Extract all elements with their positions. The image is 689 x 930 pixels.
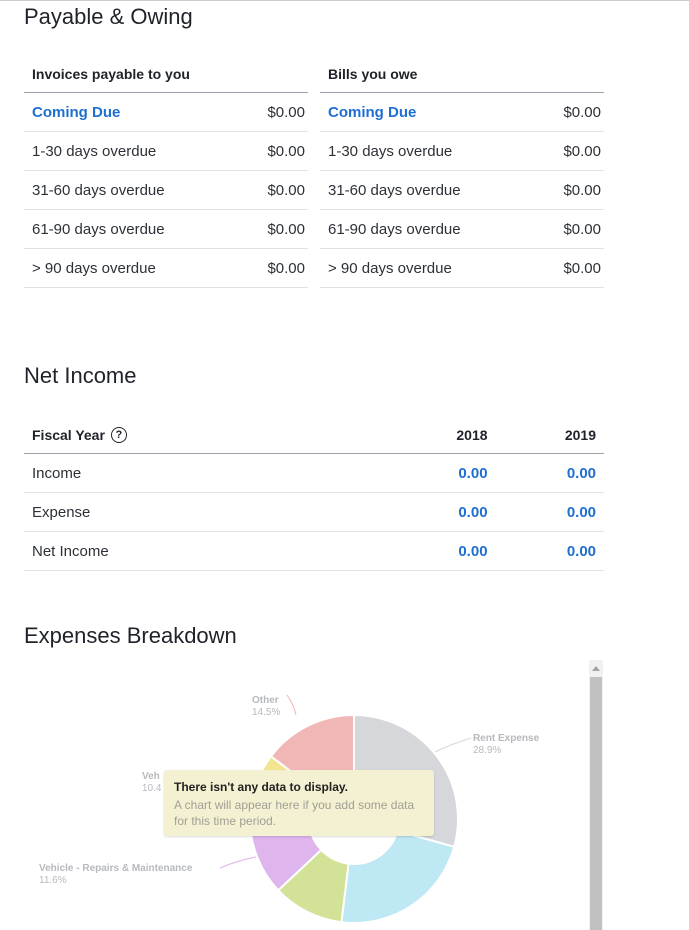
table-row: Expense 0.00 0.00 [24,493,604,532]
row-amount: $0.00 [563,181,601,199]
scroll-thumb[interactable] [590,677,602,930]
no-data-tooltip: There isn't any data to display. A chart… [164,770,434,836]
question-circle-icon[interactable]: ? [110,426,127,443]
row-label: > 90 days overdue [328,259,452,277]
table-row: Net Income 0.00 0.00 [24,532,604,571]
slice-percent: 14.5% [252,707,280,718]
row-amount: $0.00 [563,259,601,277]
row-label: > 90 days overdue [32,259,156,277]
table-row[interactable]: Coming Due $0.00 [24,93,308,132]
row-amount: $0.00 [267,181,305,199]
table-row: > 90 days overdue $0.00 [320,249,604,288]
fiscal-year-label: Fiscal Year [32,426,105,443]
row-amount: $0.00 [267,220,305,238]
row-label: 61-90 days overdue [32,220,165,238]
row-label: 1-30 days overdue [32,142,157,160]
table-row: > 90 days overdue $0.00 [24,249,308,288]
bills-owe-table: Bills you owe Coming Due $0.00 1-30 days… [320,56,604,288]
scroll-up-arrow-icon[interactable] [589,660,603,676]
row-label: Net Income [32,542,109,560]
leader-line [434,737,472,753]
top-divider [0,0,689,1]
invoices-payable-header: Invoices payable to you [24,56,308,93]
row-amount: $0.00 [267,103,305,121]
table-row: 1-30 days overdue $0.00 [24,132,308,171]
expenses-breakdown-title: Expenses Breakdown [24,623,237,648]
row-amount: $0.00 [267,259,305,277]
row-value-link[interactable]: 0.00 [367,543,487,560]
row-label: 1-30 days overdue [328,142,453,160]
row-value-link[interactable]: 0.00 [367,465,487,482]
row-label[interactable]: Coming Due [328,104,416,121]
net-income-table: Fiscal Year ? 2018 2019 Income 0.00 0.00… [24,416,604,571]
row-amount: $0.00 [563,142,601,160]
slice-label: Rent Expense [473,733,540,744]
slice-label: Other [252,695,279,706]
leader-line [219,856,257,869]
row-value-link[interactable]: 0.00 [488,543,604,560]
slice-label: Vehicle - Repairs & Maintenance [39,863,193,874]
table-row[interactable]: Coming Due $0.00 [320,93,604,132]
table-row: 61-90 days overdue $0.00 [24,210,308,249]
slice-percent: 28.9% [473,745,501,756]
table-row: 31-60 days overdue $0.00 [24,171,308,210]
table-row: Income 0.00 0.00 [24,454,604,493]
row-value-link[interactable]: 0.00 [488,504,604,521]
donut-slice[interactable] [340,829,456,924]
year-header: 2019 [564,426,597,443]
tooltip-body: A chart will appear here if you add some… [174,798,415,828]
invoices-payable-table: Invoices payable to you Coming Due $0.00… [24,56,308,288]
expenses-chart: Other 14.5% Rent Expense 28.9% Veh 10.4 Vehicl… [24,660,604,930]
table-row: 1-30 days overdue $0.00 [320,132,604,171]
row-value-link[interactable]: 0.00 [488,465,604,482]
leader-line [286,694,297,716]
row-amount: $0.00 [267,142,305,160]
row-label: Expense [32,503,91,521]
row-amount: $0.00 [563,103,601,121]
year-header: 2018 [456,426,488,443]
chart-scrollbar[interactable] [589,660,603,930]
row-label: 31-60 days overdue [328,181,461,199]
tooltip-title: There isn't any data to display. [174,780,349,794]
slice-label: Veh [142,771,160,782]
row-amount: $0.00 [563,220,601,238]
bills-owe-header: Bills you owe [320,56,604,93]
fiscal-year-header: Fiscal Year ? [24,426,367,443]
row-label[interactable]: Coming Due [32,104,120,121]
row-label: 61-90 days overdue [328,220,461,238]
slice-percent: 10.4 [142,783,162,794]
net-income-header: Fiscal Year ? 2018 2019 [24,416,604,454]
row-label: Income [32,464,82,482]
payable-owing-title: Payable & Owing [24,4,193,29]
row-label: 31-60 days overdue [32,181,165,199]
net-income-title: Net Income [24,363,137,388]
slice-percent: 11.6% [39,875,67,886]
row-value-link[interactable]: 0.00 [367,504,487,521]
table-row: 31-60 days overdue $0.00 [320,171,604,210]
table-row: 61-90 days overdue $0.00 [320,210,604,249]
